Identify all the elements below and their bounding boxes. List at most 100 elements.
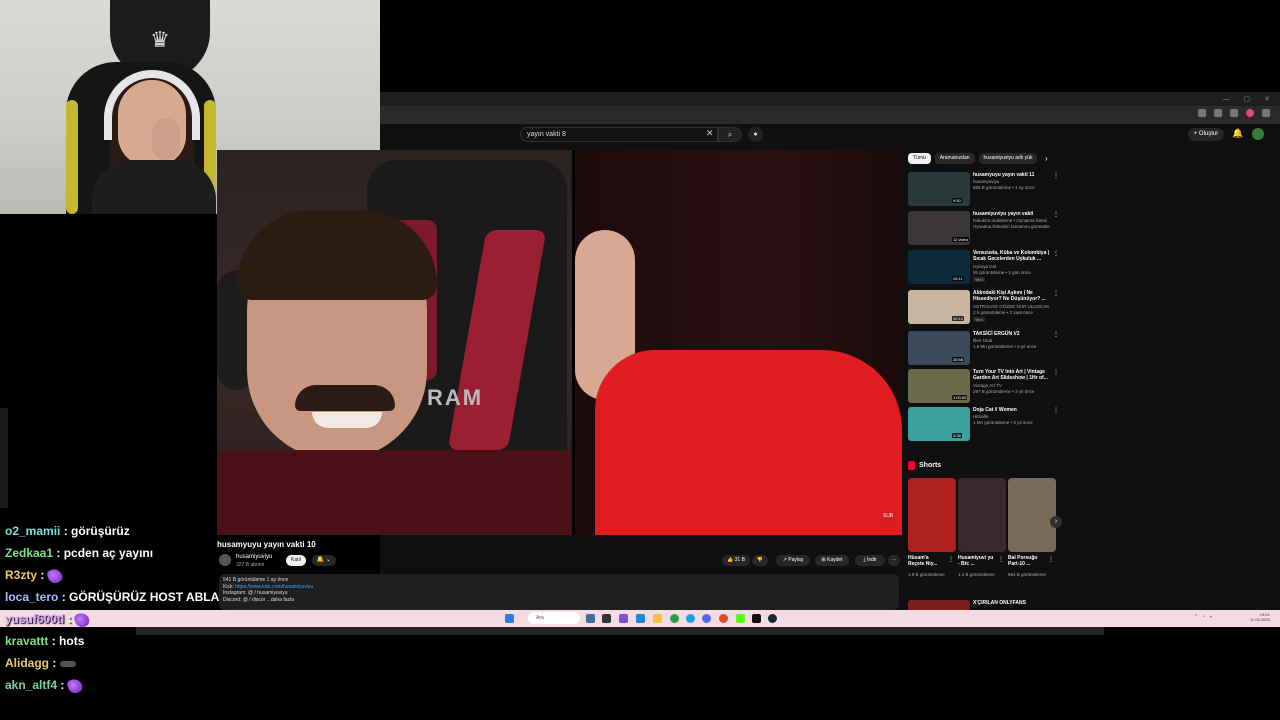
rec-channel[interactable]: husamyuviyu: [973, 179, 1055, 185]
store-icon[interactable]: [636, 614, 645, 623]
discord-icon[interactable]: [702, 614, 711, 623]
chevron-right-icon[interactable]: ›: [1045, 154, 1048, 163]
next-rec-title[interactable]: X'ÇIRILAN ONLYFANS: [973, 600, 1026, 606]
rec-channel[interactable]: Hitsville: [973, 414, 1055, 420]
download-icon[interactable]: [1230, 109, 1238, 117]
recommendation-item[interactable]: 3:38 Doja Cat // Women Hitsville 1 Mn görün…: [908, 407, 1059, 443]
chip-all[interactable]: Tümü: [908, 153, 931, 164]
edge-icon[interactable]: [686, 614, 695, 623]
menu-icon[interactable]: [1262, 109, 1270, 117]
chat-username[interactable]: o2_mamii: [5, 524, 60, 538]
next-rec-thumbnail[interactable]: [908, 600, 970, 610]
recommendation-item[interactable]: 9:50 husamyuyu yayın vakti 11 husamyuviyu 5…: [908, 172, 1059, 208]
share-button[interactable]: ↗ Paylaş: [776, 555, 810, 566]
taskbar-search[interactable]: Ara: [528, 612, 580, 624]
join-button[interactable]: Katıl: [286, 555, 306, 566]
rec-title[interactable]: husamyuyu yayın vakti 11: [973, 172, 1053, 178]
more-options-icon[interactable]: ⋮: [1053, 331, 1059, 338]
rec-channel[interactable]: ASTROLOG GÖZDE NUR ULUOCAK: [973, 304, 1055, 310]
recommendation-item[interactable]: 40:10 Aldındaki Kişi Aşkını | Ne Hissediy…: [908, 290, 1059, 326]
recommendation-item[interactable]: 26:58 TAKSİCİ ERGÜN V2 İlker Ünal 1,9 Mn gö…: [908, 331, 1059, 367]
like-button[interactable]: 👍 31 B: [722, 555, 750, 566]
chip-channel[interactable]: husamiyuviyu adlı yük: [978, 153, 1038, 164]
clear-search-icon[interactable]: ✕: [706, 128, 714, 139]
wifi-icon[interactable]: ◔: [1202, 614, 1205, 620]
chat-username[interactable]: Zedkaa1: [5, 546, 53, 560]
dislike-button[interactable]: 👎: [752, 555, 768, 566]
taskbar-clock[interactable]: 19:01 11.03.2025: [1250, 612, 1270, 622]
maximize-icon[interactable]: ▢: [1244, 95, 1251, 103]
short-title[interactable]: Husamiyuvi yu - Btc ...: [958, 555, 996, 567]
description-box[interactable]: 541 B görüntüleme 1 ay önce Kick: https:…: [219, 574, 899, 610]
steam-icon[interactable]: [768, 614, 777, 623]
more-options-icon[interactable]: ⋮: [1053, 211, 1059, 218]
chat-username[interactable]: loca_tero: [5, 590, 58, 604]
kick-icon[interactable]: [736, 614, 745, 623]
rec-title[interactable]: Doja Cat // Women: [973, 407, 1053, 413]
short-thumbnail[interactable]: [1008, 478, 1056, 552]
obs-icon[interactable]: [752, 614, 761, 623]
profile-icon[interactable]: [1246, 109, 1254, 117]
notification-bell-icon[interactable]: 🔔: [1232, 128, 1243, 139]
rec-title[interactable]: Turn Your TV Into Art | Vintage Garden A…: [973, 369, 1053, 381]
more-options-icon[interactable]: ⋮: [1053, 369, 1059, 376]
close-icon[interactable]: ✕: [1264, 95, 1270, 103]
rec-title[interactable]: TAKSİCİ ERGÜN V2: [973, 331, 1053, 337]
chat-username[interactable]: R3zty: [5, 568, 37, 582]
rec-title[interactable]: Venezuela, Küba ve Kolombiya | Sıcak Gec…: [973, 250, 1053, 262]
more-options-icon[interactable]: ⋮: [1053, 250, 1059, 257]
rec-channel[interactable]: hukukrm.makaleme • Oynatma listesi: [973, 218, 1055, 224]
more-actions-button[interactable]: ⋯: [888, 555, 900, 566]
subscribe-bell-button[interactable]: 🔔 ⌄: [312, 555, 336, 566]
more-options-icon[interactable]: ⋮: [1053, 290, 1059, 297]
tray-chevron-icon[interactable]: ⌃: [1194, 614, 1198, 620]
browser-icon[interactable]: [719, 614, 728, 623]
volume-icon[interactable]: ◖: [1209, 614, 1212, 620]
windows-start-icon[interactable]: [505, 614, 514, 623]
more-options-icon[interactable]: ⋮: [1053, 172, 1059, 179]
more-options-icon[interactable]: ⋮: [948, 556, 954, 563]
extension-icon[interactable]: [1198, 109, 1206, 117]
more-options-icon[interactable]: ⋮: [1048, 556, 1054, 563]
subscribe-badge[interactable]: SUB: [880, 513, 896, 527]
recommendation-item[interactable]: 12 video husamiyuviyu yayın vakti hukukrm.…: [908, 211, 1059, 247]
chrome-icon[interactable]: [670, 614, 679, 623]
copilot-icon[interactable]: [619, 614, 628, 623]
rec-title[interactable]: husamiyuviyu yayın vakti: [973, 211, 1053, 217]
short-thumbnail[interactable]: [908, 478, 956, 552]
rec-channel[interactable]: Uykuya Dal: [973, 264, 1055, 270]
show-more-link[interactable]: ...daha fazla: [267, 597, 294, 603]
bookmark-icon[interactable]: [1214, 109, 1222, 117]
create-button[interactable]: + Oluştur: [1188, 128, 1224, 141]
recommendation-item[interactable]: 28:11 Venezuela, Küba ve Kolombiya | Sıca…: [908, 250, 1059, 286]
short-thumbnail[interactable]: [958, 478, 1006, 552]
minimize-icon[interactable]: —: [1223, 96, 1230, 103]
video-player[interactable]: RAM SUB: [217, 150, 902, 535]
save-button[interactable]: ⊞ Kaydet: [815, 555, 849, 566]
short-title[interactable]: Hüsam'a Reçete Niy...: [908, 555, 946, 567]
mic-icon[interactable]: ●: [748, 127, 763, 142]
download-button[interactable]: ⤓ İndir: [855, 555, 885, 566]
chat-username[interactable]: akn_altf4: [5, 678, 57, 692]
discord-text[interactable]: Discord: @ / discor: [223, 597, 265, 603]
chat-username[interactable]: Alidagg: [5, 656, 49, 670]
account-avatar[interactable]: [1252, 128, 1264, 140]
taskview-icon[interactable]: [586, 614, 595, 623]
widgets-icon[interactable]: [602, 614, 611, 623]
rec-channel[interactable]: Vintage Art TV: [973, 383, 1055, 389]
more-options-icon[interactable]: ⋮: [998, 556, 1004, 563]
rec-title[interactable]: Aldındaki Kişi Aşkını | Ne Hissediyor? N…: [973, 290, 1053, 302]
shorts-next-icon[interactable]: ›: [1050, 516, 1062, 528]
rec-channel[interactable]: İlker Ünal: [973, 338, 1055, 344]
search-input[interactable]: yayın vakti 8: [520, 127, 718, 142]
chip-from-search[interactable]: Aramanızdan: [934, 153, 975, 164]
search-button[interactable]: ⌕: [718, 127, 742, 142]
chat-username[interactable]: kravattt: [5, 634, 48, 648]
short-title[interactable]: Bal Porsuğu Part-10 ...: [1008, 555, 1046, 567]
kick-link[interactable]: https://www.kick.com/husamiyuviyu: [235, 584, 313, 590]
recommendation-item[interactable]: 1:00:00 Turn Your TV Into Art | Vintage G…: [908, 369, 1059, 405]
more-options-icon[interactable]: ⋮: [1053, 407, 1059, 414]
chat-username[interactable]: yusuf600tl: [5, 612, 64, 626]
file-explorer-icon[interactable]: [653, 614, 662, 623]
channel-name[interactable]: husamiyuviyu: [236, 554, 272, 560]
